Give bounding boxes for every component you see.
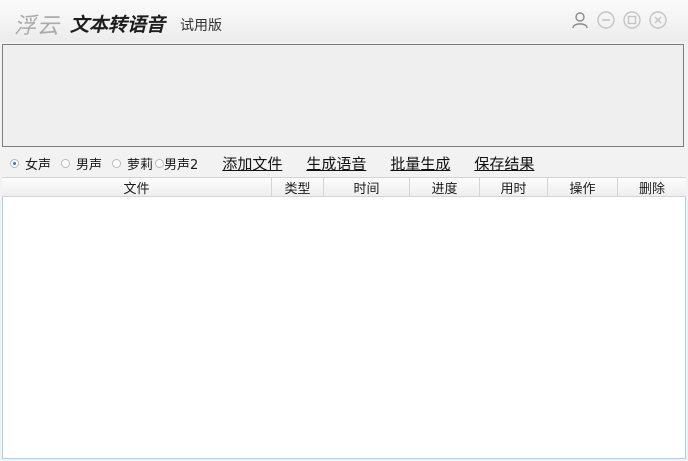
minimize-icon[interactable] <box>596 10 616 30</box>
column-header-action[interactable]: 操作 <box>548 178 618 197</box>
column-header-duration[interactable]: 用时 <box>480 178 548 197</box>
radio-icon <box>112 158 122 168</box>
column-header-type[interactable]: 类型 <box>272 178 324 197</box>
column-header-file[interactable]: 文件 <box>2 178 272 197</box>
add-file-link[interactable]: 添加文件 <box>222 153 282 174</box>
voice-label: 萝莉 <box>127 157 154 173</box>
voice-radio-male[interactable]: 男声 <box>61 154 102 173</box>
close-icon[interactable] <box>648 10 668 30</box>
generate-speech-link[interactable]: 生成语音 <box>306 153 366 174</box>
file-list[interactable] <box>2 197 686 459</box>
radio-icon <box>155 158 165 168</box>
window-controls <box>570 10 668 30</box>
maximize-icon[interactable] <box>622 10 642 30</box>
column-header-time[interactable]: 时间 <box>324 178 410 197</box>
batch-generate-link[interactable]: 批量生成 <box>390 153 450 174</box>
column-header-delete[interactable]: 删除 <box>618 178 686 197</box>
voice-label: 男声2 <box>164 157 199 173</box>
radio-selected-icon <box>10 158 19 168</box>
radio-icon <box>61 158 71 168</box>
brand-logo-text: 浮云 <box>14 14 61 39</box>
text-input[interactable] <box>7 49 683 146</box>
file-list-header: 文件 类型 时间 进度 用时 操作 删除 <box>2 177 686 197</box>
save-result-link[interactable]: 保存结果 <box>474 153 534 174</box>
app-title: 文本转语音 <box>70 14 166 36</box>
voice-radio-female[interactable]: 女声 <box>10 154 51 173</box>
voice-label: 女声 <box>25 157 52 173</box>
column-header-progress[interactable]: 进度 <box>410 178 480 197</box>
title-bar: 浮云 文本转语音 试用版 <box>0 0 688 42</box>
text-input-panel <box>2 44 684 147</box>
user-icon[interactable] <box>570 10 590 30</box>
edition-label: 试用版 <box>180 18 222 34</box>
toolbar: 女声 男声 萝莉 男声2 添加文件 生成语音 批量生成 保存结果 <box>0 150 688 176</box>
voice-radio-male2[interactable]: 男声2 <box>155 154 198 173</box>
voice-label: 男声 <box>76 157 103 173</box>
voice-radio-loli[interactable]: 萝莉 <box>112 154 153 173</box>
